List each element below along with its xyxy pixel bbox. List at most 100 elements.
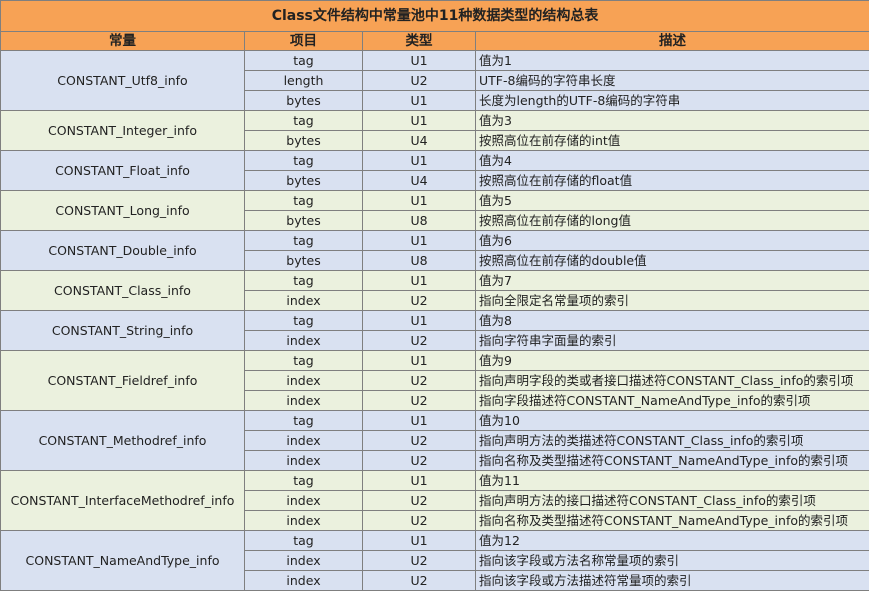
description-cell: 指向名称及类型描述符CONSTANT_NameAndType_info的索引项 <box>476 451 869 471</box>
description-cell: 指向该字段或方法描述符常量项的索引 <box>476 571 869 591</box>
type-cell: U2 <box>363 371 476 391</box>
description-cell: 值为4 <box>476 151 869 171</box>
type-cell: U1 <box>363 351 476 371</box>
item-cell: index <box>245 331 363 351</box>
description-cell: 指向声明方法的接口描述符CONSTANT_Class_info的索引项 <box>476 491 869 511</box>
type-cell: U1 <box>363 91 476 111</box>
item-cell: index <box>245 511 363 531</box>
table-row: CONSTANT_NameAndType_infotagU1值为12 <box>1 531 869 551</box>
constant-name-cell: CONSTANT_NameAndType_info <box>1 531 245 591</box>
type-cell: U2 <box>363 451 476 471</box>
table-row: CONSTANT_Double_infotagU1值为6 <box>1 231 869 251</box>
table-row: CONSTANT_Fieldref_infotagU1值为9 <box>1 351 869 371</box>
description-cell: 值为5 <box>476 191 869 211</box>
item-cell: tag <box>245 191 363 211</box>
type-cell: U1 <box>363 151 476 171</box>
type-cell: U1 <box>363 471 476 491</box>
item-cell: tag <box>245 111 363 131</box>
item-cell: length <box>245 71 363 91</box>
type-cell: U2 <box>363 551 476 571</box>
constant-name-cell: CONSTANT_InterfaceMethodref_info <box>1 471 245 531</box>
item-cell: tag <box>245 51 363 71</box>
type-cell: U8 <box>363 211 476 231</box>
item-cell: tag <box>245 231 363 251</box>
description-cell: 长度为length的UTF-8编码的字符串 <box>476 91 869 111</box>
type-cell: U1 <box>363 191 476 211</box>
table-row: CONSTANT_Utf8_infotagU1值为1 <box>1 51 869 71</box>
description-cell: 值为10 <box>476 411 869 431</box>
type-cell: U1 <box>363 311 476 331</box>
description-cell: 指向该字段或方法名称常量项的索引 <box>476 551 869 571</box>
table-title: Class文件结构中常量池中11种数据类型的结构总表 <box>1 1 869 32</box>
description-cell: 指向字段描述符CONSTANT_NameAndType_info的索引项 <box>476 391 869 411</box>
type-cell: U4 <box>363 171 476 191</box>
type-cell: U2 <box>363 71 476 91</box>
description-cell: 值为3 <box>476 111 869 131</box>
table-row: CONSTANT_InterfaceMethodref_infotagU1值为1… <box>1 471 869 491</box>
description-cell: 按照高位在前存储的long值 <box>476 211 869 231</box>
table-row: CONSTANT_Methodref_infotagU1值为10 <box>1 411 869 431</box>
type-cell: U2 <box>363 291 476 311</box>
type-cell: U2 <box>363 391 476 411</box>
item-cell: bytes <box>245 171 363 191</box>
constant-name-cell: CONSTANT_String_info <box>1 311 245 351</box>
type-cell: U1 <box>363 271 476 291</box>
description-cell: 值为7 <box>476 271 869 291</box>
item-cell: bytes <box>245 251 363 271</box>
type-cell: U2 <box>363 571 476 591</box>
table-row: CONSTANT_Long_infotagU1值为5 <box>1 191 869 211</box>
description-cell: 值为8 <box>476 311 869 331</box>
description-cell: UTF-8编码的字符串长度 <box>476 71 869 91</box>
table-row: CONSTANT_Integer_infotagU1值为3 <box>1 111 869 131</box>
item-cell: tag <box>245 351 363 371</box>
item-cell: tag <box>245 531 363 551</box>
description-cell: 值为11 <box>476 471 869 491</box>
description-cell: 按照高位在前存储的double值 <box>476 251 869 271</box>
description-cell: 值为9 <box>476 351 869 371</box>
column-header-type: 类型 <box>363 32 476 51</box>
constant-name-cell: CONSTANT_Long_info <box>1 191 245 231</box>
item-cell: tag <box>245 471 363 491</box>
item-cell: index <box>245 491 363 511</box>
description-cell: 指向声明字段的类或者接口描述符CONSTANT_Class_info的索引项 <box>476 371 869 391</box>
constant-name-cell: CONSTANT_Fieldref_info <box>1 351 245 411</box>
description-cell: 按照高位在前存储的int值 <box>476 131 869 151</box>
type-cell: U4 <box>363 131 476 151</box>
table-body: CONSTANT_Utf8_infotagU1值为1lengthU2UTF-8编… <box>1 51 869 591</box>
constant-name-cell: CONSTANT_Methodref_info <box>1 411 245 471</box>
type-cell: U1 <box>363 51 476 71</box>
table-row: CONSTANT_String_infotagU1值为8 <box>1 311 869 331</box>
type-cell: U2 <box>363 511 476 531</box>
type-cell: U8 <box>363 251 476 271</box>
item-cell: tag <box>245 151 363 171</box>
description-cell: 指向字符串字面量的索引 <box>476 331 869 351</box>
column-header-constant: 常量 <box>1 32 245 51</box>
item-cell: index <box>245 451 363 471</box>
table-row: CONSTANT_Class_infotagU1值为7 <box>1 271 869 291</box>
type-cell: U2 <box>363 331 476 351</box>
column-header-description: 描述 <box>476 32 869 51</box>
type-cell: U1 <box>363 111 476 131</box>
item-cell: index <box>245 571 363 591</box>
description-cell: 指向名称及类型描述符CONSTANT_NameAndType_info的索引项 <box>476 511 869 531</box>
item-cell: bytes <box>245 211 363 231</box>
type-cell: U1 <box>363 531 476 551</box>
item-cell: bytes <box>245 91 363 111</box>
type-cell: U2 <box>363 431 476 451</box>
constant-name-cell: CONSTANT_Integer_info <box>1 111 245 151</box>
type-cell: U2 <box>363 491 476 511</box>
description-cell: 按照高位在前存储的float值 <box>476 171 869 191</box>
description-cell: 值为12 <box>476 531 869 551</box>
description-cell: 指向全限定名常量项的索引 <box>476 291 869 311</box>
item-cell: bytes <box>245 131 363 151</box>
description-cell: 指向声明方法的类描述符CONSTANT_Class_info的索引项 <box>476 431 869 451</box>
item-cell: tag <box>245 271 363 291</box>
description-cell: 值为6 <box>476 231 869 251</box>
item-cell: index <box>245 551 363 571</box>
column-header-item: 项目 <box>245 32 363 51</box>
type-cell: U1 <box>363 411 476 431</box>
type-cell: U1 <box>363 231 476 251</box>
item-cell: tag <box>245 311 363 331</box>
constant-pool-table: Class文件结构中常量池中11种数据类型的结构总表 常量 项目 类型 描述 C… <box>0 0 869 591</box>
item-cell: index <box>245 391 363 411</box>
